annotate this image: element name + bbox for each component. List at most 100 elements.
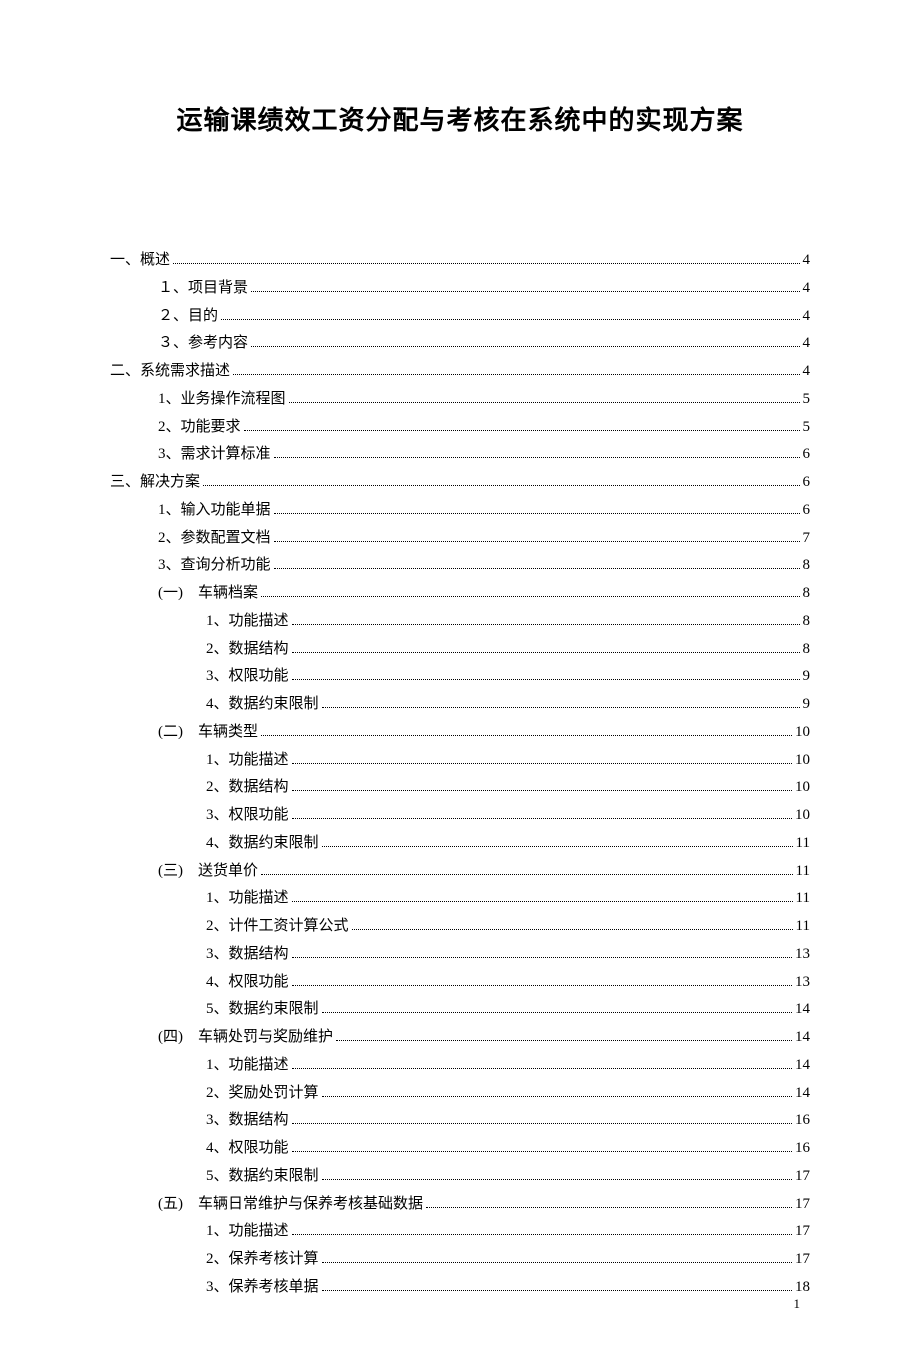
toc-entry: 3、需求计算标准6 [110, 441, 810, 469]
toc-entry-label: 2、功能要求 [158, 414, 241, 442]
toc-entry-label: 4、权限功能 [206, 1135, 289, 1163]
toc-entry-page: 8 [803, 636, 811, 664]
toc-leader-dots [322, 1179, 792, 1180]
toc-leader-dots [292, 790, 792, 791]
toc-leader-dots [274, 568, 800, 569]
toc-entry: 三、解决方案 6 [110, 469, 810, 497]
toc-entry-page: 17 [795, 1246, 810, 1274]
toc-entry: 5、数据约束限制 14 [110, 996, 810, 1024]
toc-entry-page: 11 [796, 830, 810, 858]
toc-entry-label: 3、数据结构 [206, 1107, 289, 1135]
toc-entry-label: 4、权限功能 [206, 969, 289, 997]
toc-leader-dots [289, 402, 800, 403]
toc-entry-page: 14 [795, 1024, 810, 1052]
toc-entry-label: 一、概述 [110, 247, 170, 275]
toc-entry-page: 10 [795, 719, 810, 747]
toc-leader-dots [336, 1040, 792, 1041]
toc-entry-page: 10 [795, 774, 810, 802]
toc-entry: 3、权限功能10 [110, 802, 810, 830]
toc-entry-label: (五) 车辆日常维护与保养考核基础数据 [158, 1191, 423, 1219]
toc-leader-dots [322, 707, 800, 708]
toc-entry-label: 1、输入功能单据 [158, 497, 271, 525]
toc-entry: (四) 车辆处罚与奖励维护 14 [110, 1024, 810, 1052]
toc-entry: 3、权限功能9 [110, 663, 810, 691]
toc-leader-dots [322, 1262, 792, 1263]
toc-entry-page: 13 [795, 941, 810, 969]
toc-entry-page: 8 [803, 580, 811, 608]
toc-entry-label: (一) 车辆档案 [158, 580, 258, 608]
toc-entry: 3、查询分析功能8 [110, 552, 810, 580]
toc-leader-dots [352, 929, 793, 930]
toc-entry-page: 4 [803, 358, 811, 386]
toc-entry-page: 4 [803, 247, 811, 275]
toc-entry-label: 3、需求计算标准 [158, 441, 271, 469]
toc-entry: 一、概述 4 [110, 247, 810, 275]
toc-entry-page: 7 [803, 525, 811, 553]
toc-entry: 1、功能描述11 [110, 885, 810, 913]
toc-entry: 2、保养考核计算 17 [110, 1246, 810, 1274]
toc-entry-label: 2、数据结构 [206, 636, 289, 664]
toc-entry-page: 9 [803, 663, 811, 691]
toc-entry-page: 5 [803, 414, 811, 442]
toc-entry-label: (四) 车辆处罚与奖励维护 [158, 1024, 333, 1052]
toc-entry: 二、系统需求描述4 [110, 358, 810, 386]
toc-entry: 2、计件工资计算公式11 [110, 913, 810, 941]
toc-entry: 4、数据约束限制9 [110, 691, 810, 719]
toc-entry: (一) 车辆档案 8 [110, 580, 810, 608]
document-page: 运输课绩效工资分配与考核在系统中的实现方案 一、概述4１、项目背景4２、目的4３… [0, 0, 920, 1362]
toc-entry-page: 17 [795, 1163, 810, 1191]
toc-entry-page: 14 [795, 996, 810, 1024]
toc-leader-dots [251, 291, 799, 292]
toc-entry-page: 10 [795, 747, 810, 775]
toc-entry-label: 3、保养考核单据 [206, 1274, 319, 1302]
toc-entry-page: 17 [795, 1218, 810, 1246]
toc-entry-page: 6 [803, 469, 811, 497]
toc-leader-dots [292, 763, 792, 764]
toc-entry-page: 16 [795, 1135, 810, 1163]
toc-entry-label: 5、数据约束限制 [206, 996, 319, 1024]
toc-entry-label: １、项目背景 [158, 275, 248, 303]
toc-entry-page: 10 [795, 802, 810, 830]
toc-entry-page: 4 [803, 330, 811, 358]
toc-entry-page: 6 [803, 497, 811, 525]
toc-leader-dots [244, 430, 800, 431]
toc-entry-label: (三) 送货单价 [158, 858, 258, 886]
toc-entry-page: 13 [795, 969, 810, 997]
toc-entry: 1、输入功能单据 6 [110, 497, 810, 525]
toc-entry-label: ２、目的 [158, 303, 218, 331]
toc-entry-page: 4 [803, 275, 811, 303]
toc-entry-label: 4、数据约束限制 [206, 691, 319, 719]
toc-entry-page: 8 [803, 552, 811, 580]
toc-leader-dots [292, 624, 800, 625]
toc-entry-label: 4、数据约束限制 [206, 830, 319, 858]
toc-entry-label: 三、解决方案 [110, 469, 200, 497]
toc-entry-label: 2、保养考核计算 [206, 1246, 319, 1274]
toc-leader-dots [292, 901, 793, 902]
toc-leader-dots [292, 679, 800, 680]
toc-entry: 2、数据结构 8 [110, 636, 810, 664]
toc-entry: ２、目的4 [110, 303, 810, 331]
toc-entry: ３、参考内容4 [110, 330, 810, 358]
toc-leader-dots [261, 874, 793, 875]
toc-entry: 1、业务操作流程图5 [110, 386, 810, 414]
toc-leader-dots [292, 957, 792, 958]
toc-entry-label: (二) 车辆类型 [158, 719, 258, 747]
toc-entry-page: 8 [803, 608, 811, 636]
toc-entry: 1、功能描述14 [110, 1052, 810, 1080]
toc-entry-label: 1、功能描述 [206, 608, 289, 636]
toc-entry-label: 1、功能描述 [206, 747, 289, 775]
toc-entry-page: 14 [795, 1052, 810, 1080]
toc-entry-label: 2、参数配置文档 [158, 525, 271, 553]
toc-leader-dots [292, 1123, 792, 1124]
toc-entry: 2、功能要求 5 [110, 414, 810, 442]
toc-leader-dots [292, 1068, 792, 1069]
toc-entry-label: 1、功能描述 [206, 885, 289, 913]
toc-leader-dots [274, 513, 800, 514]
toc-entry: 4、数据约束限制 11 [110, 830, 810, 858]
toc-leader-dots [322, 846, 793, 847]
toc-leader-dots [274, 541, 800, 542]
toc-entry: 1、功能描述17 [110, 1218, 810, 1246]
toc-entry-page: 11 [796, 858, 810, 886]
toc-entry: (五) 车辆日常维护与保养考核基础数据17 [110, 1191, 810, 1219]
table-of-contents: 一、概述4１、项目背景4２、目的4３、参考内容4二、系统需求描述41、业务操作流… [110, 247, 810, 1302]
